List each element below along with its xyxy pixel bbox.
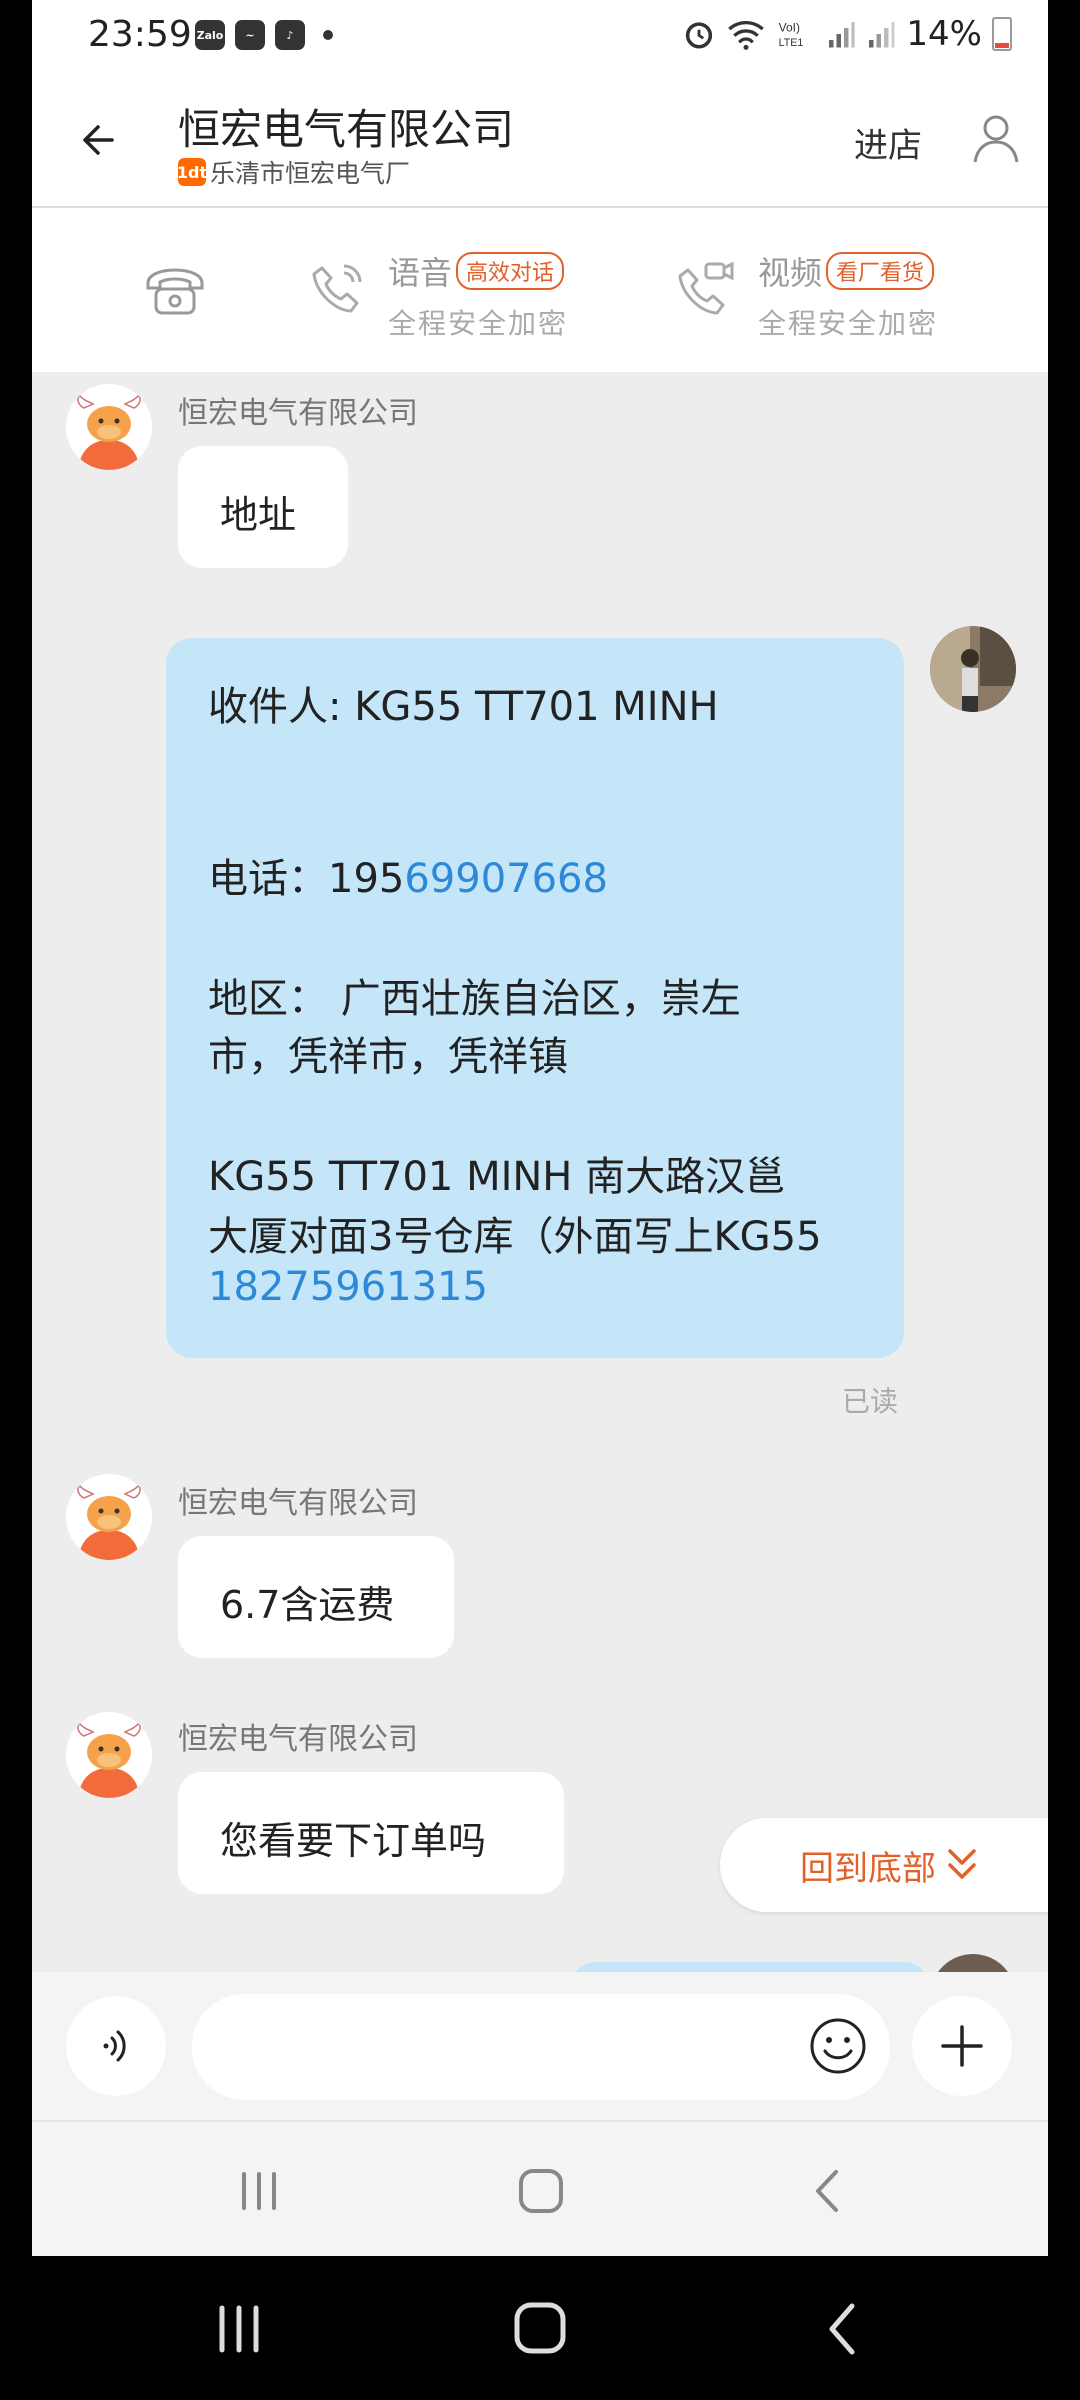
message-text: 您看要下订单吗 (220, 1819, 487, 1863)
video-call-sub: 全程安全加密 (758, 307, 939, 340)
status-time: 23:59 (88, 14, 192, 55)
scroll-to-bottom-label: 回到底部 (800, 1848, 936, 1889)
zalo-icon: Zalo (195, 20, 225, 50)
voice-input-button[interactable] (66, 1996, 166, 2096)
my-avatar[interactable] (930, 626, 1016, 712)
app-navigation-bar (32, 2120, 1048, 2256)
status-app-icons: Zalo ~ ♪ (195, 20, 333, 50)
my-message-line: 大厦对面3号仓库（外面写上KG55 (208, 1214, 822, 1260)
message-sender: 恒宏电气有限公司 (178, 396, 418, 431)
shop-subtitle[interactable]: 1dt 乐清市恒宏电气厂 (177, 154, 411, 190)
svg-text:VoI): VoI) (779, 20, 800, 34)
video-call-label: 视频 (758, 254, 823, 292)
plus-icon (941, 2025, 983, 2067)
cow-mascot-icon (66, 384, 152, 470)
message-sender: 恒宏电气有限公司 (178, 1486, 418, 1521)
system-navigation-bar (0, 2256, 1080, 2400)
voice-call-sub: 全程安全加密 (388, 307, 569, 340)
voice-call-label: 语音 (388, 254, 453, 292)
alarm-icon (686, 22, 713, 49)
home-icon[interactable] (516, 2166, 566, 2216)
chat-screen: 23:59 Zalo ~ ♪ VoI) LTE1 14% 恒宏电气有限公司 1dt… (32, 0, 1048, 2256)
back-icon[interactable] (808, 2168, 848, 2214)
shop-avatar[interactable] (66, 384, 152, 470)
my-message-line: 地区： 广西壮族自治区，崇左 (208, 976, 741, 1022)
message-bubble[interactable]: 地址 (178, 446, 348, 568)
message-text: 6.7含运费 (220, 1583, 395, 1627)
message-input-bar (32, 1972, 1048, 2120)
cow-mascot-icon (66, 1474, 152, 1560)
voice-call-button[interactable]: 语音 高效对话 全程安全加密 (308, 248, 568, 342)
voice-call-icon (312, 264, 362, 313)
shop-subtitle-text: 乐清市恒宏电气厂 (210, 159, 411, 188)
double-chevron-down-icon (948, 1849, 976, 1879)
volte-icon: VoI) LTE1 (779, 20, 804, 49)
status-indicators: VoI) LTE1 14% (682, 14, 1012, 54)
more-options-button[interactable] (912, 1996, 1012, 2096)
recent-apps-icon[interactable] (214, 2302, 264, 2356)
svg-text:LTE1: LTE1 (779, 37, 804, 49)
call-bar: 语音 高效对话 全程安全加密 视频 看厂看货 全程安全加密 (32, 208, 1048, 372)
message-text-input[interactable] (192, 1994, 890, 2100)
phone-link[interactable]: 69907668 (404, 856, 608, 902)
more-notifications-dot (323, 30, 333, 40)
message-bubble[interactable]: 6.7含运费 (178, 1536, 454, 1658)
message-bubble[interactable]: 您看要下订单吗 (178, 1772, 564, 1894)
shop-badge-icon: 1dt (177, 158, 207, 186)
back-arrow-icon[interactable] (72, 112, 128, 168)
my-message-line: KG55 TT701 MINH 南大路汉邕 (208, 1154, 786, 1200)
wifi-icon (728, 21, 765, 50)
emoji-icon[interactable] (808, 2016, 868, 2076)
shop-title[interactable]: 恒宏电气有限公司 (178, 96, 514, 157)
message-sender: 恒宏电气有限公司 (178, 1722, 418, 1757)
recent-apps-icon[interactable] (236, 2168, 282, 2214)
enter-shop-button[interactable]: 进店 (854, 118, 922, 167)
status-bar: 23:59 Zalo ~ ♪ VoI) LTE1 14% (32, 0, 1048, 72)
chat-header: 恒宏电气有限公司 1dt 乐清市恒宏电气厂 进店 (32, 72, 1048, 208)
signal-icon-2 (869, 22, 895, 48)
shop-avatar[interactable] (66, 1474, 152, 1560)
read-receipt: 已读 (842, 1385, 899, 1418)
cow-mascot-icon (66, 1712, 152, 1798)
video-call-button[interactable]: 视频 看厂看货 全程安全加密 (676, 248, 938, 342)
user-photo-icon (930, 626, 1016, 712)
shop-avatar[interactable] (66, 1712, 152, 1798)
phone-prefix: 电话：195 (208, 856, 405, 902)
telephone-icon[interactable] (142, 263, 208, 319)
signal-icon (829, 22, 855, 48)
battery-percent: 14% (906, 14, 982, 54)
my-message-line: 收件人: KG55 TT701 MINH (208, 684, 719, 730)
battery-icon (992, 17, 1012, 51)
video-call-tag: 看厂看货 (826, 252, 935, 290)
voice-call-tag: 高效对话 (456, 252, 565, 290)
back-icon[interactable] (822, 2302, 862, 2356)
tiktok-icon: ♪ (275, 20, 305, 50)
video-call-icon (678, 261, 734, 315)
my-message-line: 市，凭祥市，凭祥镇 (208, 1034, 568, 1080)
voice-wave-icon (103, 2030, 126, 2062)
wing-app-icon: ~ (235, 20, 265, 50)
message-text: 地址 (220, 493, 297, 537)
my-message-bubble[interactable]: 收件人: KG55 TT701 MINH 电话：19569907668 地区： … (166, 638, 904, 1358)
home-icon[interactable] (512, 2300, 568, 2356)
profile-icon[interactable] (966, 108, 1026, 168)
my-message-phone: 电话：19569907668 (208, 846, 608, 904)
phone-number-link[interactable]: 18275961315 (208, 1264, 488, 1310)
scroll-to-bottom-button[interactable]: 回到底部 (720, 1818, 1048, 1912)
